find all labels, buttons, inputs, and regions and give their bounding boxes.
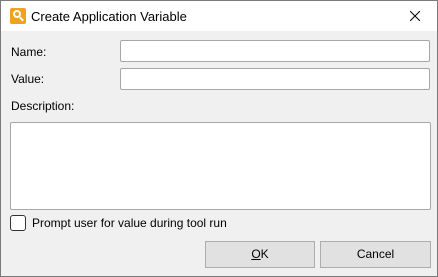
value-field[interactable]: [120, 68, 430, 90]
app-logo-icon: [10, 8, 26, 24]
description-label: Description:: [11, 99, 75, 113]
prompt-user-checkbox[interactable]: [10, 215, 26, 231]
dialog-title: Create Application Variable: [31, 9, 187, 24]
prompt-user-checkbox-label[interactable]: Prompt user for value during tool run: [32, 216, 227, 230]
value-label: Value:: [11, 72, 45, 86]
ok-button-mnemonic: O: [251, 247, 261, 261]
name-field[interactable]: [120, 40, 430, 62]
close-button[interactable]: [393, 1, 437, 31]
cancel-button[interactable]: Cancel: [320, 241, 431, 268]
create-application-variable-dialog: Create Application Variable Name: Value:…: [0, 0, 438, 277]
ok-button[interactable]: OK: [205, 241, 315, 268]
name-label: Name:: [11, 45, 47, 59]
ok-button-label: K: [260, 247, 269, 261]
close-icon: [410, 11, 420, 21]
title-bar: Create Application Variable: [1, 1, 437, 31]
description-textarea[interactable]: [10, 122, 431, 210]
